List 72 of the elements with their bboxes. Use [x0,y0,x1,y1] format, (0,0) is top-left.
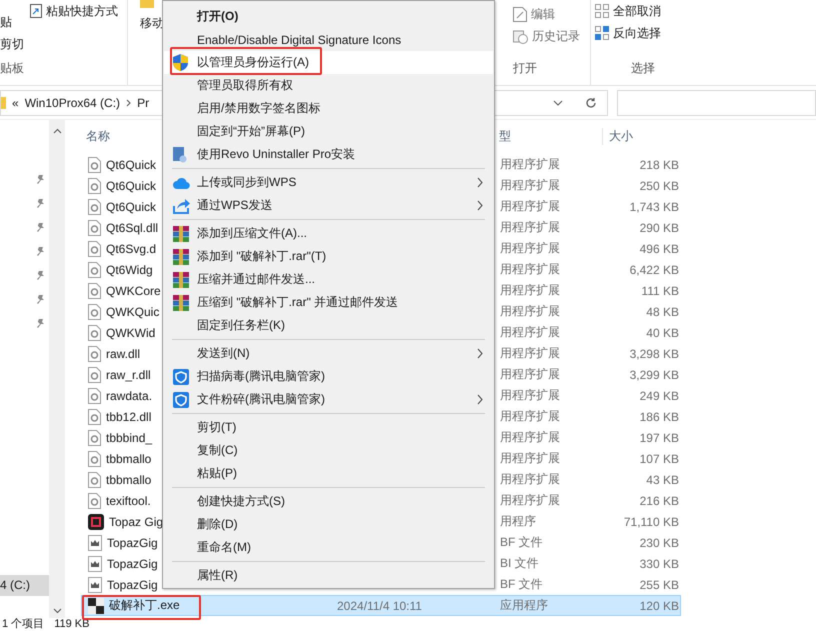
file-size: 186 KB [640,410,679,424]
file-type: 用程序扩展 [500,220,560,234]
file-type: 用程序扩展 [500,346,560,360]
file-type: 用程序扩展 [500,241,560,255]
file-size: 290 KB [640,220,679,234]
file-name: QWKWid [106,326,156,340]
file-size: 1,743 KB [630,200,679,214]
file-name: tbbmallo [106,452,152,466]
file-size: 3,298 KB [630,346,679,360]
file-name: Qt6Quick [106,178,156,192]
file-name: Qt6Svg.d [106,242,156,256]
file-size: 48 KB [646,304,679,318]
file-type: 用程序扩展 [500,388,560,402]
file-name: Qt6Sql.dll [106,220,158,234]
file-size: 330 KB [640,556,679,570]
group-label: 贴板 [0,60,24,77]
file-name: tbbbind_ [106,430,152,444]
file-name: Qt6Quick [106,158,156,172]
file-size: 40 KB [646,326,679,340]
file-type: 用程序扩展 [500,262,560,276]
file-size: 250 KB [640,178,679,192]
file-type: 用程序扩展 [500,367,560,381]
file-size: 71,110 KB [624,514,679,528]
file-type: 用程序扩展 [500,283,560,297]
file-size: 120 KB [640,598,679,612]
file-type: 应用程序 [500,598,548,612]
selection-size: 119 KB [54,618,90,631]
file-name: raw.dll [106,346,140,360]
file-name: raw_r.dll [106,368,151,382]
item-count: 1 个项目 [2,618,44,631]
group-label: 选择 [631,60,655,77]
file-size: 496 KB [640,242,679,256]
file-type: BI 文件 [500,556,539,570]
file-type: 用程序扩展 [500,451,560,465]
file-size: 107 KB [640,452,679,466]
file-type: 用程序扩展 [500,472,560,486]
file-size: 6,422 KB [630,262,679,276]
file-name: QWKCore [106,284,161,298]
file-size: 3,299 KB [630,368,679,382]
file-size: 43 KB [646,472,679,486]
file-type: 用程序扩展 [500,199,560,213]
file-type: 用程序扩展 [500,409,560,423]
file-type: BF 文件 [500,535,543,549]
file-name: TopazGig [107,536,158,550]
file-size: 249 KB [640,388,679,402]
file-type: 用程序扩展 [500,493,560,507]
file-name: tbb12.dll [106,410,152,424]
file-size: 255 KB [640,578,679,592]
file-name: texiftool. [106,494,151,508]
file-name: TopazGig [107,578,158,592]
file-type: 用程序 [500,514,536,528]
file-size: 218 KB [640,158,679,172]
file-name: QWKQuic [106,304,160,318]
file-type: 用程序扩展 [500,157,560,171]
file-date: 2024/11/4 10:11 [337,598,422,612]
file-size: 197 KB [640,430,679,444]
file-name: rawdata. [106,388,152,402]
file-size: 230 KB [640,536,679,550]
file-name: Qt6Widg [106,262,153,276]
file-type: 用程序扩展 [500,178,560,192]
file-name: Qt6Quick [106,200,156,214]
file-type: BF 文件 [500,577,543,591]
file-type: 用程序扩展 [500,304,560,318]
file-type: 用程序扩展 [500,430,560,444]
file-size: 111 KB [641,284,679,298]
file-size: 216 KB [640,494,679,508]
file-name: TopazGig [107,556,158,570]
file-type: 用程序扩展 [500,325,560,339]
file-name: 破解补丁.exe [109,597,180,614]
group-label: 打开 [513,60,537,77]
file-name: tbbmallo [106,472,152,486]
file-name: Topaz Gig [109,514,164,528]
